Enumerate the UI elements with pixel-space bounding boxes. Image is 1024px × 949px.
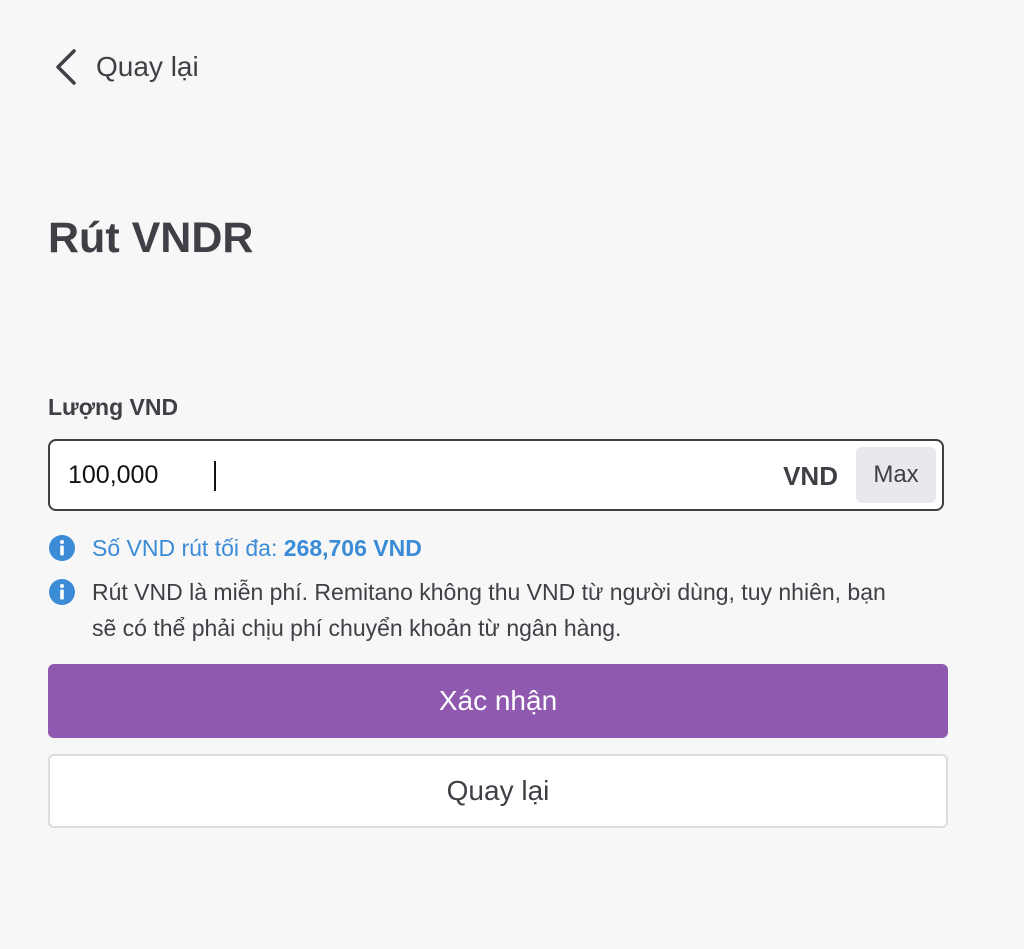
amount-input[interactable]: [68, 441, 748, 509]
page-title: Rút VNDR: [48, 214, 254, 262]
chevron-left-icon: [52, 48, 78, 86]
fee-note-text: Rút VND là miễn phí. Remitano không thu …: [92, 579, 886, 641]
amount-label: Lượng VND: [48, 394, 179, 420]
back-link-label: Quay lại: [96, 51, 199, 82]
max-withdraw-note: Số VND rút tối đa: 268,706 VND: [48, 530, 422, 572]
info-circle-icon: [48, 534, 76, 572]
back-button[interactable]: Quay lại: [48, 754, 948, 828]
max-withdraw-amount: 268,706 VND: [283, 535, 422, 561]
currency-label: VND: [783, 461, 838, 491]
max-withdraw-prefix: Số VND rút tối đa:: [92, 535, 284, 561]
amount-field: VND Max: [48, 439, 944, 511]
max-button[interactable]: Max: [856, 447, 936, 503]
text-caret: [214, 461, 216, 491]
back-link[interactable]: Quay lại: [52, 48, 199, 86]
fee-note: Rút VND là miễn phí. Remitano không thu …: [48, 574, 908, 646]
info-circle-icon: [48, 578, 76, 616]
confirm-button[interactable]: Xác nhận: [48, 664, 948, 738]
max-withdraw-text: Số VND rút tối đa: 268,706 VND: [92, 530, 422, 566]
